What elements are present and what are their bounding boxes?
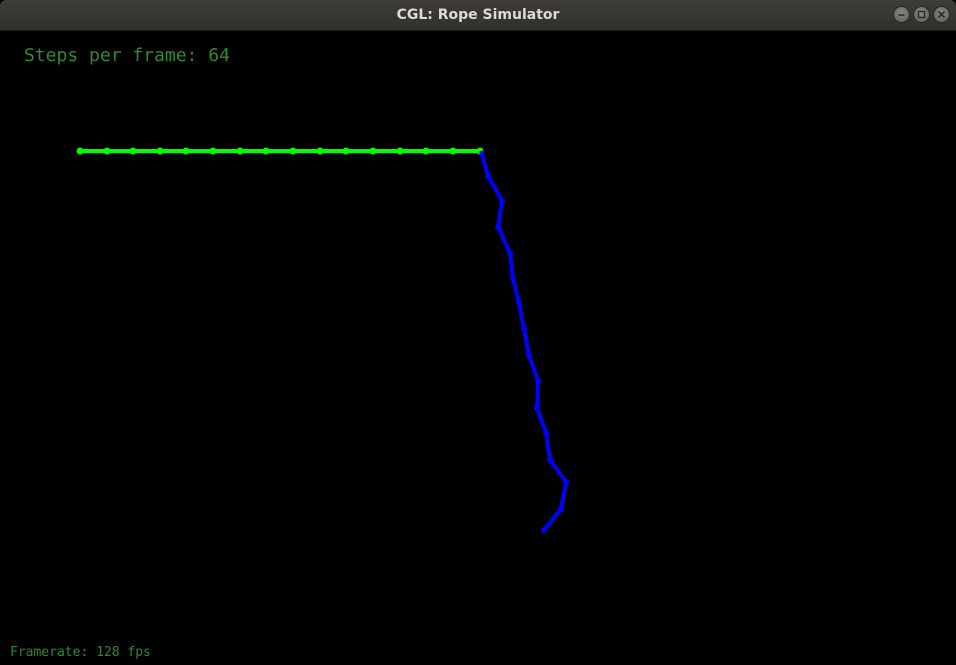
steps-per-frame-label: Steps per frame: 64 [24, 45, 230, 66]
rope-mass [396, 147, 404, 155]
rope-mass [449, 147, 457, 155]
close-button[interactable] [933, 6, 950, 23]
blue-rope [479, 150, 569, 533]
rope-mass [129, 147, 137, 155]
rope-mass [521, 326, 527, 332]
rope-mass [535, 378, 541, 384]
blue-rope-masses [485, 173, 569, 533]
rope-mass [76, 147, 84, 155]
rope-mass [563, 479, 569, 485]
rope-mass [495, 224, 501, 230]
rope-mass [316, 147, 324, 155]
minimize-icon [898, 14, 905, 16]
rope-mass [342, 147, 350, 155]
blue-rope-line [479, 150, 568, 532]
rope-mass [516, 300, 522, 306]
green-rope [76, 147, 484, 155]
minimize-button[interactable] [893, 6, 910, 23]
maximize-icon [917, 10, 926, 19]
rope-mass [547, 457, 553, 463]
title-bar[interactable]: CGL: Rope Simulator [0, 0, 956, 31]
rope-mass [156, 147, 164, 155]
rope-mass [485, 173, 491, 179]
window-controls [893, 6, 950, 25]
rope-mass [103, 147, 111, 155]
rope-mass [558, 506, 564, 512]
rope-mass [422, 147, 430, 155]
rope-mass [526, 352, 532, 358]
rope-mass [262, 147, 270, 155]
simulation-canvas[interactable]: Steps per frame: 64 Framerate: 128 fps [0, 31, 956, 665]
rope-scene [76, 147, 569, 533]
close-icon [937, 10, 946, 19]
rope-mass [543, 430, 549, 436]
rope-mass [209, 147, 217, 155]
maximize-button[interactable] [913, 6, 930, 23]
rope-mass [510, 275, 516, 281]
window-title: CGL: Rope Simulator [396, 7, 560, 23]
rope-mass [541, 527, 547, 533]
rope-mass [369, 147, 377, 155]
rope-mass [534, 405, 540, 411]
rope-mass [507, 250, 513, 256]
rope-mass [236, 147, 244, 155]
rope-mass [289, 147, 297, 155]
app-window: CGL: Rope Simulator Steps per frame: 64 … [0, 0, 956, 665]
framerate-label: Framerate: 128 fps [10, 645, 151, 660]
rope-mass [499, 198, 505, 204]
rope-mass [182, 147, 190, 155]
